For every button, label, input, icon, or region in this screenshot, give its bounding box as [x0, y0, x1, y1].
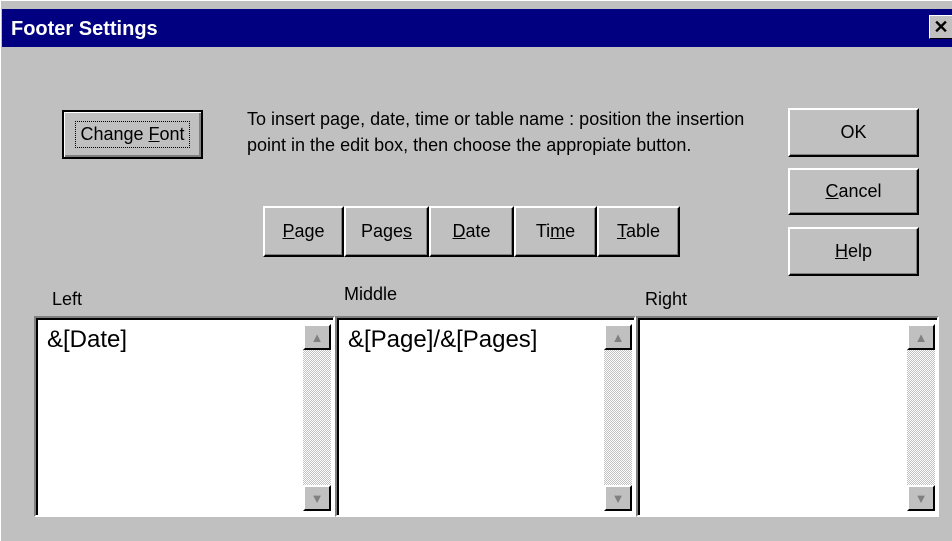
scroll-up-arrow-icon[interactable]: ▲ [303, 324, 331, 350]
date-button[interactable]: Date [429, 206, 514, 257]
left-section-label: Left [52, 289, 83, 309]
scroll-down-arrow-icon[interactable]: ▼ [604, 485, 632, 511]
close-icon: ✕ [933, 17, 949, 37]
left-footer-editbox[interactable]: &[Date] ▲ ▼ [34, 316, 335, 517]
time-button-label: Time [535, 221, 576, 241]
scroll-down-arrow-icon[interactable]: ▼ [907, 485, 935, 511]
help-button[interactable]: Help [788, 227, 919, 276]
dialog-title: Footer Settings [11, 18, 158, 40]
instructions-text: To insert page, date, time or table name… [247, 109, 745, 155]
right-section-label: Right [645, 289, 688, 309]
left-footer-text[interactable]: &[Date] [47, 326, 127, 354]
ok-button[interactable]: OK [788, 108, 919, 157]
page-button[interactable]: Page [263, 206, 344, 257]
ok-label: OK [840, 122, 867, 142]
scroll-down-arrow-icon[interactable]: ▼ [303, 485, 331, 511]
left-scrollbar[interactable]: ▲ ▼ [303, 324, 331, 511]
close-button[interactable]: ✕ [929, 15, 952, 39]
change-font-button[interactable]: Change Font [62, 110, 203, 159]
middle-section-label: Middle [344, 284, 398, 304]
page-button-label: Page [282, 221, 325, 241]
table-button-label: Table [616, 221, 661, 241]
cancel-button[interactable]: Cancel [788, 168, 919, 215]
pages-button-label: Pages [360, 221, 413, 241]
right-scrollbar[interactable]: ▲ ▼ [907, 324, 935, 511]
date-button-label: Date [452, 221, 491, 241]
middle-footer-text[interactable]: &[Page]/&[Pages] [348, 326, 537, 354]
middle-scrollbar[interactable]: ▲ ▼ [604, 324, 632, 511]
change-font-label: Change Font [75, 121, 190, 148]
time-button[interactable]: Time [514, 206, 597, 257]
pages-button[interactable]: Pages [344, 206, 429, 257]
middle-footer-editbox[interactable]: &[Page]/&[Pages] ▲ ▼ [335, 316, 636, 517]
table-button[interactable]: Table [597, 206, 680, 257]
help-label: Help [834, 241, 873, 261]
scroll-up-arrow-icon[interactable]: ▲ [907, 324, 935, 350]
cancel-label: Cancel [825, 181, 882, 201]
right-footer-editbox[interactable]: ▲ ▼ [636, 316, 939, 517]
scroll-up-arrow-icon[interactable]: ▲ [604, 324, 632, 350]
title-bar: Footer Settings [2, 9, 952, 47]
footer-settings-dialog: Footer Settings ✕ Change Font To insert … [0, 0, 952, 541]
